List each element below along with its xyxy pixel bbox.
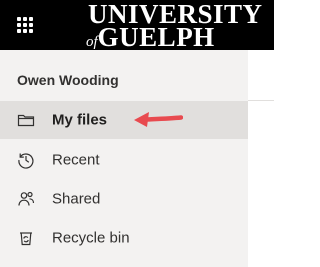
content-divider xyxy=(248,100,274,101)
annotation-arrow xyxy=(134,112,183,127)
nav-item-my-files[interactable]: My files xyxy=(0,101,248,139)
nav-item-recent[interactable]: Recent xyxy=(0,141,248,179)
nav-label-recent: Recent xyxy=(52,151,100,169)
nav-item-recycle-bin[interactable]: Recycle bin xyxy=(0,219,248,257)
nav-label-my-files: My files xyxy=(52,111,108,129)
people-icon xyxy=(17,190,35,208)
suite-header: UNIVERSITY ofGUELPH xyxy=(0,0,274,52)
nav-item-shared[interactable]: Shared xyxy=(0,180,248,218)
logo-of: of xyxy=(86,34,98,50)
app-launcher-icon[interactable] xyxy=(17,17,33,33)
user-name: Owen Wooding xyxy=(17,72,119,88)
university-logo[interactable]: UNIVERSITY ofGUELPH xyxy=(86,0,262,52)
folder-icon xyxy=(17,111,35,129)
nav-label-shared: Shared xyxy=(52,190,101,208)
nav-label-recycle-bin: Recycle bin xyxy=(52,229,130,247)
history-icon xyxy=(17,151,35,169)
recycle-bin-icon xyxy=(17,229,35,247)
logo-guelph: GUELPH xyxy=(97,22,215,52)
